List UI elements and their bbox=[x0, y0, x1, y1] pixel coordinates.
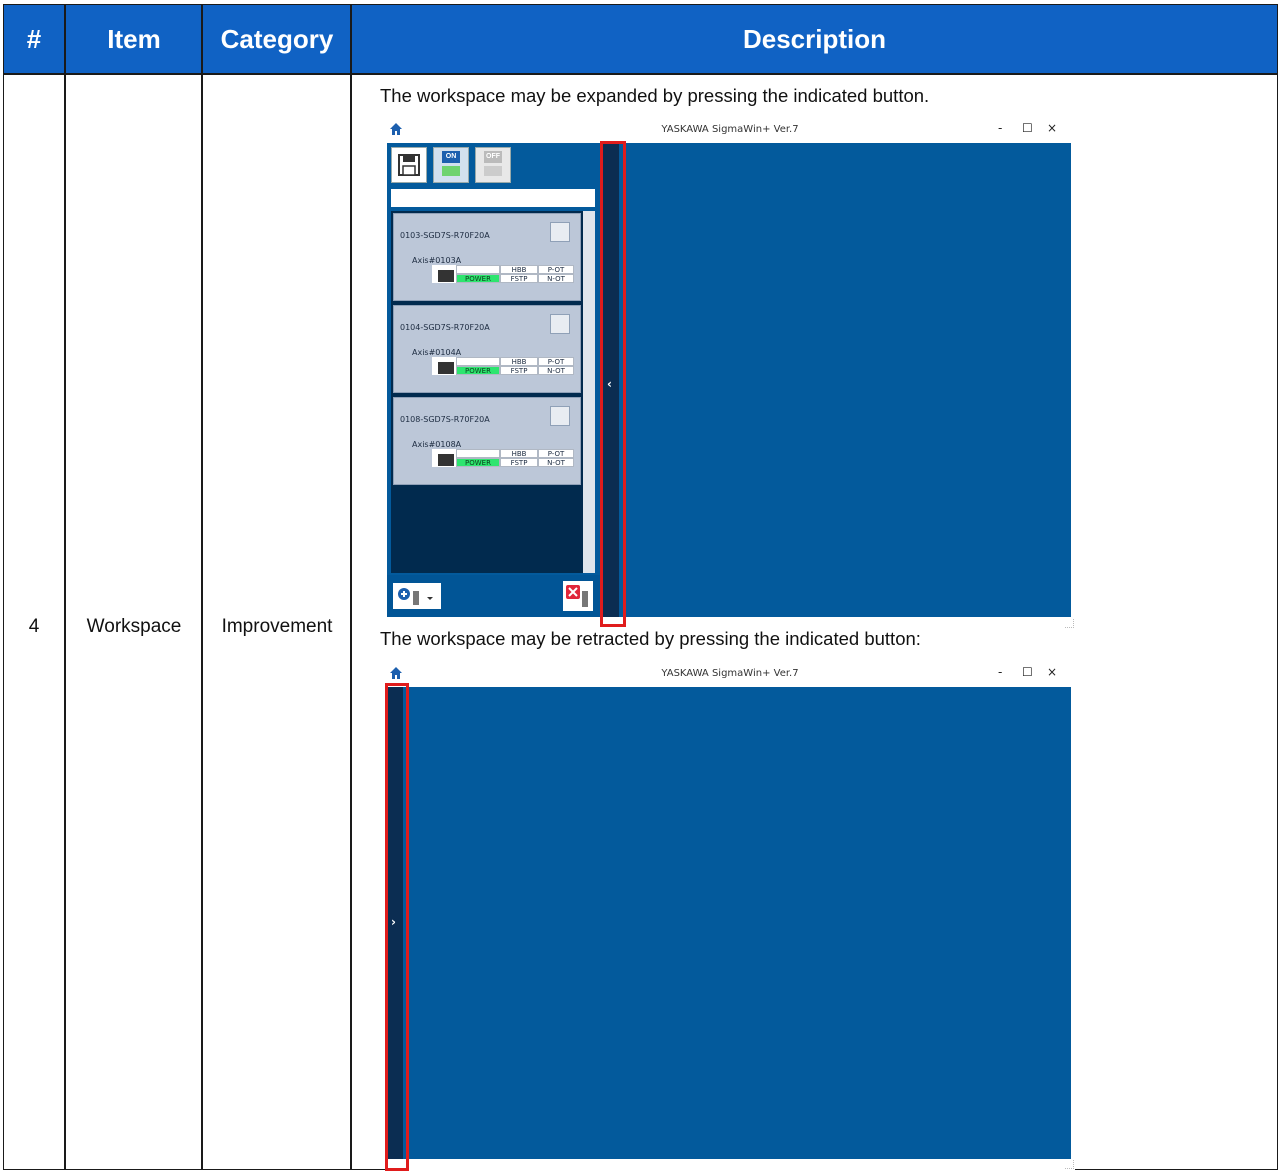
col-divider bbox=[350, 5, 352, 1169]
description-retracted: The workspace may be retracted by pressi… bbox=[380, 628, 921, 649]
workspace-area bbox=[387, 687, 1071, 1159]
header-item: Item bbox=[107, 23, 161, 54]
remove-device-button[interactable] bbox=[563, 581, 593, 611]
window-title: YASKAWA SigmaWin+ Ver.7 bbox=[661, 124, 799, 135]
fstp-status: FSTP bbox=[500, 366, 538, 375]
hbb-status: HBB bbox=[500, 449, 538, 458]
resize-grip-icon[interactable] bbox=[1065, 1160, 1074, 1169]
axis-name: Axis#0104A bbox=[412, 348, 462, 357]
save-button[interactable] bbox=[391, 147, 427, 183]
status-cell bbox=[456, 449, 500, 458]
highlight-box bbox=[385, 683, 409, 1171]
header-category: Category bbox=[220, 23, 334, 54]
screenshot-expanded: YASKAWA SigmaWin+ Ver.7 - ☐ × ON OFF 010… bbox=[385, 119, 1075, 631]
device-list-scrollbar[interactable] bbox=[583, 211, 595, 573]
status-grid: HBB P-OT POWER FSTP N-OT bbox=[456, 265, 574, 283]
power-status: POWER bbox=[456, 366, 500, 375]
axis-name: Axis#0108A bbox=[412, 440, 462, 449]
col-divider bbox=[201, 5, 203, 1169]
save-icon bbox=[398, 154, 420, 176]
not-status: N-OT bbox=[538, 366, 574, 375]
add-device-icon bbox=[398, 588, 433, 605]
on-label: ON bbox=[442, 151, 460, 163]
close-button[interactable]: × bbox=[1047, 665, 1057, 679]
minimize-button[interactable]: - bbox=[998, 121, 1002, 135]
title-bar: YASKAWA SigmaWin+ Ver.7 - ☐ × bbox=[385, 663, 1075, 685]
header-divider bbox=[4, 73, 1277, 75]
not-status: N-OT bbox=[538, 458, 574, 467]
row-category: Improvement bbox=[221, 616, 333, 637]
fstp-status: FSTP bbox=[500, 458, 538, 467]
hbb-status: HBB bbox=[500, 357, 538, 366]
title-bar: YASKAWA SigmaWin+ Ver.7 - ☐ × bbox=[385, 119, 1075, 141]
row-item: Workspace bbox=[86, 616, 182, 637]
resize-grip-icon[interactable] bbox=[1065, 619, 1074, 628]
panel-bottom-bar bbox=[387, 575, 601, 617]
status-cell bbox=[456, 265, 500, 274]
col-divider bbox=[64, 5, 66, 1169]
hbb-status: HBB bbox=[500, 265, 538, 274]
not-status: N-OT bbox=[538, 274, 574, 283]
maximize-button[interactable]: ☐ bbox=[1022, 665, 1033, 679]
status-grid: HBB P-OT POWER FSTP N-OT bbox=[456, 357, 574, 375]
motor-icon bbox=[432, 449, 456, 467]
add-device-button[interactable] bbox=[393, 583, 441, 609]
device-name: 0108-SGD7S-R70F20A bbox=[400, 415, 490, 424]
minimize-button[interactable]: - bbox=[998, 665, 1002, 679]
status-cell bbox=[456, 357, 500, 366]
pot-status: P-OT bbox=[538, 357, 574, 366]
row-number: 4 bbox=[28, 616, 40, 637]
device-settings-icon[interactable] bbox=[550, 222, 570, 242]
pot-status: P-OT bbox=[538, 265, 574, 274]
header-number: # bbox=[26, 23, 42, 54]
device-settings-icon[interactable] bbox=[550, 314, 570, 334]
servo-on-button[interactable]: ON bbox=[433, 147, 469, 183]
device-card[interactable]: 0103-SGD7S-R70F20A Axis#0103A HBB P-OT P… bbox=[393, 213, 581, 301]
highlight-box bbox=[600, 141, 626, 627]
device-settings-icon[interactable] bbox=[550, 406, 570, 426]
header-description: Description bbox=[742, 23, 887, 54]
feature-table: # Item Category Description 4 Workspace … bbox=[3, 4, 1278, 1171]
window-title: YASKAWA SigmaWin+ Ver.7 bbox=[661, 668, 799, 679]
screenshot-retracted: YASKAWA SigmaWin+ Ver.7 - ☐ × › bbox=[385, 663, 1075, 1171]
servo-off-button[interactable]: OFF bbox=[475, 147, 511, 183]
remove-device-icon bbox=[566, 585, 588, 607]
power-status: POWER bbox=[456, 274, 500, 283]
device-card[interactable]: 0108-SGD7S-R70F20A Axis#0108A HBB P-OT P… bbox=[393, 397, 581, 485]
maximize-button[interactable]: ☐ bbox=[1022, 121, 1033, 135]
fstp-status: FSTP bbox=[500, 274, 538, 283]
axis-name: Axis#0103A bbox=[412, 256, 462, 265]
panel-toolbar: ON OFF bbox=[387, 143, 599, 189]
description-expanded: The workspace may be expanded by pressin… bbox=[380, 85, 930, 106]
device-card[interactable]: 0104-SGD7S-R70F20A Axis#0104A HBB P-OT P… bbox=[393, 305, 581, 393]
device-name: 0103-SGD7S-R70F20A bbox=[400, 231, 490, 240]
pot-status: P-OT bbox=[538, 449, 574, 458]
power-status: POWER bbox=[456, 458, 500, 467]
motor-icon bbox=[432, 357, 456, 375]
status-grid: HBB P-OT POWER FSTP N-OT bbox=[456, 449, 574, 467]
search-field[interactable] bbox=[391, 189, 595, 207]
on-grid-icon bbox=[442, 166, 460, 176]
close-button[interactable]: × bbox=[1047, 121, 1057, 135]
motor-icon bbox=[432, 265, 456, 283]
off-grid-icon bbox=[484, 166, 502, 176]
off-label: OFF bbox=[484, 151, 502, 163]
device-name: 0104-SGD7S-R70F20A bbox=[400, 323, 490, 332]
